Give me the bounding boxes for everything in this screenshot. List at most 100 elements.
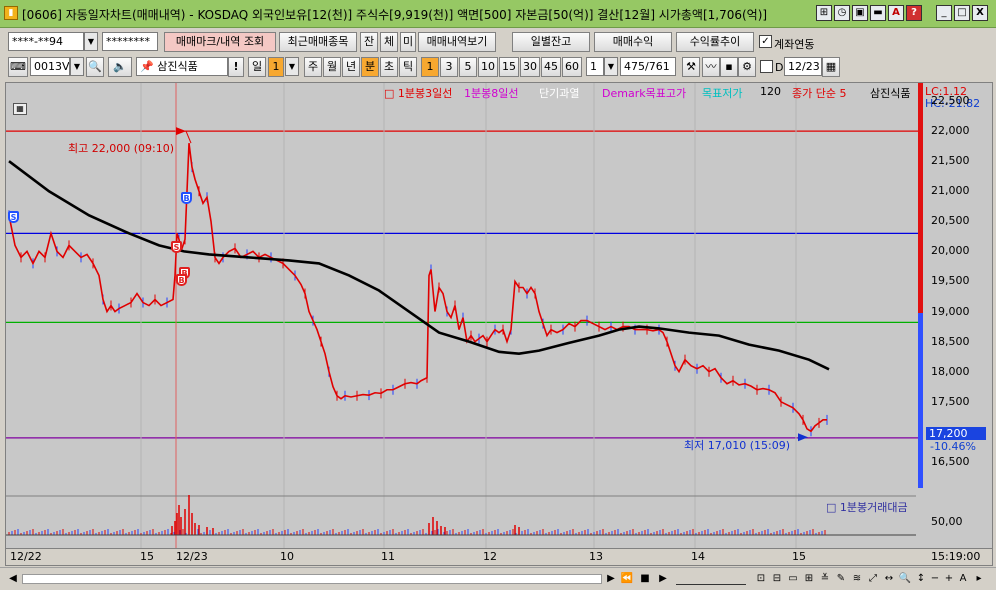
axis-icon[interactable]: ≚ [818,571,832,587]
y-tick-label: 21,500 [931,154,970,168]
stock-code-dropdown-icon[interactable]: ▼ [70,57,84,76]
balance-button[interactable]: 잔 [360,32,378,52]
interval-15-button[interactable]: 15 [499,57,519,77]
account-dropdown-icon[interactable]: ▼ [84,32,98,51]
close-button[interactable]: X [972,5,988,21]
settings-gear-icon[interactable]: ⚙ [738,57,756,77]
clock-icon[interactable]: ◷ [834,5,850,21]
buy-marker[interactable]: B [181,192,192,204]
interval-3-button[interactable]: 3 [440,57,458,77]
edit-icon[interactable]: ✎ [834,571,848,587]
grid-toggle-icon[interactable]: ▦ [13,103,27,115]
period-num-button[interactable]: 1 [268,57,284,77]
stock-name-field[interactable]: 📌 삼진식품 [136,57,228,76]
period-dropdown-icon[interactable]: ▼ [285,57,299,76]
expand-icon[interactable]: ↔ [882,571,896,587]
keyboard-icon[interactable]: ⌨ [8,57,28,77]
trade-mark-query-button[interactable]: 매매마크/내역 조회 [164,32,276,52]
interval-10-button[interactable]: 10 [478,57,498,77]
date-field[interactable]: 12/23 [784,57,822,76]
interval-5-button[interactable]: 5 [459,57,477,77]
scroll-track[interactable] [22,574,602,584]
scale-icon[interactable]: ⤢ [866,571,880,587]
chart-app-icon: ▮ [4,6,18,20]
period-tick-button[interactable]: 틱 [399,57,417,77]
current-change-label: -10.46% [930,440,976,453]
sell-marker[interactable]: S [8,211,19,223]
more-icon[interactable]: ▸ [972,571,986,587]
period-second-button[interactable]: 초 [380,57,398,77]
filled-button[interactable]: 체 [380,32,398,52]
sound-icon[interactable]: 🔈 [108,57,132,77]
magnify-icon[interactable]: 🔍 [898,571,912,587]
interval-value-field[interactable]: 1 [586,57,604,76]
layout-full-icon[interactable]: ▭ [786,571,800,587]
compress-icon[interactable]: ⊞ [802,571,816,587]
trade-profit-button[interactable]: 매매수익 [594,32,672,52]
unfilled-button[interactable]: 미 [400,32,416,52]
x-tick-15a: 15 [140,550,154,563]
tile-icon[interactable]: ▬ [870,5,886,21]
interval-45-button[interactable]: 45 [541,57,561,77]
interval-30-button[interactable]: 30 [520,57,540,77]
account-number-field[interactable]: ****-**94 [8,32,84,51]
date-checkbox[interactable] [760,60,773,73]
speed-slider[interactable] [676,573,746,585]
arrows-icon[interactable]: ↕ [914,571,928,587]
stock-name-label: 삼진식품 [157,60,198,73]
layout-icon[interactable]: ⊞ [816,5,832,21]
date-d-label: D [775,61,784,74]
y-tick-label: 18,500 [931,334,970,348]
daily-balance-button[interactable]: 일별잔고 [512,32,590,52]
high-arrow-icon [176,127,186,136]
period-day-button[interactable]: 일 [248,57,266,77]
scroll-left-icon[interactable]: ◀ [6,571,20,587]
trade-history-view-button[interactable]: 매매내역보기 [418,32,496,52]
search-icon[interactable]: 🔍 [86,57,104,77]
price-chart-area[interactable]: □ 1분봉3일선 1분봉8일선 단기과열 Demark목표고가 목표저가 120… [5,82,993,566]
range-bar-blue [918,313,923,488]
tools-icon[interactable]: ⚒ [682,57,700,77]
y-tick-label: 22,000 [931,124,970,138]
zoom-out-icon[interactable]: − [928,571,942,587]
layout-split-icon[interactable]: ⊟ [770,571,784,587]
stock-code-field[interactable]: 0013V0 [30,57,70,76]
stop-icon[interactable]: ■ [638,571,652,587]
recent-traded-button[interactable]: 최근매매종목 [279,32,357,52]
window-icon[interactable]: ▣ [852,5,868,21]
font-size-icon[interactable]: A [956,571,970,587]
high-pointer [185,130,192,144]
y-tick-label: 21,000 [931,184,970,198]
sell-marker[interactable]: S [171,241,182,253]
minimize-button[interactable]: _ [936,5,952,21]
account-link-label: 계좌연동 [774,38,815,51]
zoom-fit-icon[interactable]: ⊡ [754,571,768,587]
save-icon[interactable]: ▪ [720,57,738,77]
alert-button[interactable]: ! [228,57,244,77]
play-icon[interactable]: ▶ [656,571,670,587]
interval-60-button[interactable]: 60 [562,57,582,77]
x-tick-12: 12 [483,550,497,563]
indicator-icon[interactable]: 〰 [702,57,720,77]
data-count-field[interactable]: 475/761 [620,57,676,76]
chart-type-icon[interactable]: ≋ [850,571,864,587]
interval-dropdown-icon[interactable]: ▼ [604,57,618,76]
account-link-checkbox[interactable]: ✓ [759,35,772,48]
zoom-in-icon[interactable]: + [942,571,956,587]
help-icon[interactable]: ? [906,5,922,21]
password-field[interactable]: ******** [102,32,158,51]
font-icon[interactable]: A [888,5,904,21]
period-month-button[interactable]: 월 [323,57,341,77]
maximize-button[interactable]: □ [954,5,970,21]
scroll-right-icon[interactable]: ▶ [604,571,618,587]
buy-marker[interactable]: B [176,274,187,286]
period-year-button[interactable]: 년 [342,57,360,77]
calendar-icon[interactable]: ▦ [822,57,840,77]
period-week-button[interactable]: 주 [304,57,322,77]
stock-toolbar: ⌨ 0013V0 ▼ 🔍 🔈 📌 삼진식품 ! 일 1 ▼ 주 월 년 분 초 … [0,55,996,79]
chart-legend: □ 1분봉3일선 1분봉8일선 단기과열 Demark목표고가 목표저가 120… [6,83,992,100]
return-trend-button[interactable]: 수익률추이 [676,32,754,52]
rewind-icon[interactable]: ⏪ [620,571,634,587]
interval-1-button[interactable]: 1 [421,57,439,77]
period-minute-button[interactable]: 분 [361,57,379,77]
